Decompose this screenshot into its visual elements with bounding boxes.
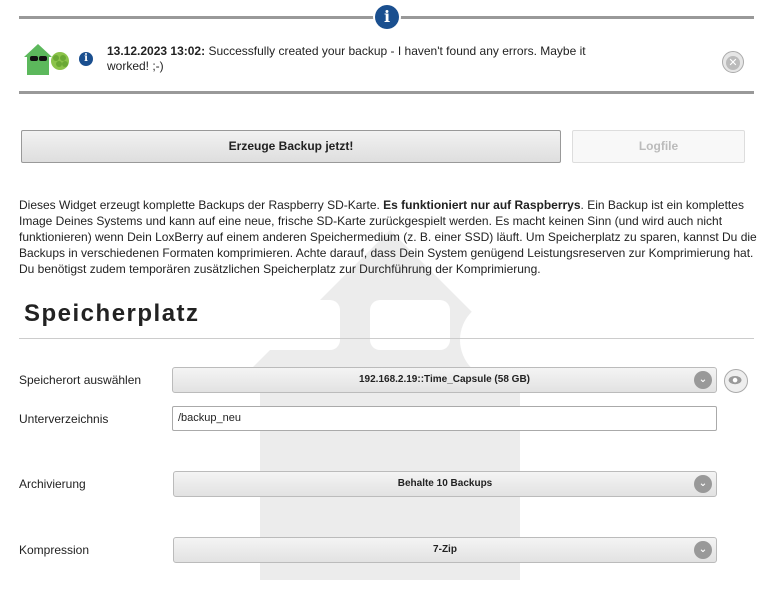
notification-message: 13.12.2023 13:02: Successfully created y…	[107, 44, 587, 74]
eye-icon	[728, 375, 742, 385]
bottom-divider	[19, 91, 754, 94]
info-icon: i	[375, 5, 399, 29]
close-notification-button[interactable]: ✕	[722, 51, 744, 73]
description-part1: Dieses Widget erzeugt komplette Backups …	[19, 198, 384, 212]
location-value: 192.168.2.19::Time_Capsule (58 GB)	[358, 374, 530, 385]
archive-value: Behalte 10 Backups	[397, 478, 493, 489]
close-icon: ✕	[726, 56, 740, 70]
chevron-down-icon: ⌄	[694, 475, 712, 493]
archive-label: Archivierung	[19, 477, 86, 491]
create-backup-button[interactable]: Erzeuge Backup jetzt!	[21, 130, 561, 163]
archive-select[interactable]: Behalte 10 Backups ⌄	[173, 471, 717, 497]
widget-description: Dieses Widget erzeugt komplette Backups …	[19, 197, 757, 277]
compression-label: Kompression	[19, 543, 90, 557]
chevron-down-icon: ⌄	[694, 371, 712, 389]
section-title: Speicherplatz	[24, 300, 200, 327]
section-divider	[19, 338, 754, 339]
location-select[interactable]: 192.168.2.19::Time_Capsule (58 GB) ⌄	[172, 367, 717, 393]
compression-value: 7-Zip	[433, 544, 457, 555]
compression-select[interactable]: 7-Zip ⌄	[173, 537, 717, 563]
subdir-input[interactable]: /backup_neu	[172, 406, 717, 431]
chevron-down-icon: ⌄	[694, 541, 712, 559]
eye-button[interactable]	[724, 369, 748, 393]
notification-timestamp: 13.12.2023 13:02:	[107, 44, 206, 58]
logfile-button[interactable]: Logfile	[572, 130, 745, 163]
loxberry-logo	[24, 44, 69, 75]
subdir-label: Unterverzeichnis	[19, 412, 109, 426]
location-label: Speicherort auswählen	[19, 373, 142, 387]
description-bold: Es funktioniert nur auf Raspberrys	[383, 198, 581, 212]
info-icon: i	[79, 52, 93, 66]
